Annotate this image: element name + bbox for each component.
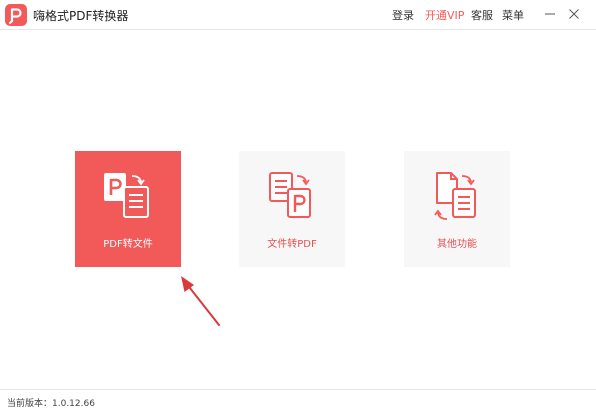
file-to-pdf-card[interactable]: 文件转PDF — [239, 151, 345, 267]
version-text: 当前版本：1.0.12.66 — [7, 399, 95, 409]
pdf-logo-icon — [5, 4, 27, 26]
title-bar: 嗨格式PDF转换器 登录 开通VIP 客服 菜单 — [0, 0, 596, 30]
other-functions-icon — [429, 169, 485, 225]
file-to-pdf-label: 文件转PDF — [267, 239, 317, 250]
other-functions-card[interactable]: 其他功能 — [404, 151, 510, 267]
login-link[interactable]: 登录 — [392, 7, 414, 23]
app-title: 嗨格式PDF转换器 — [33, 9, 129, 23]
pdf-to-file-icon — [100, 169, 156, 225]
minimize-icon — [545, 13, 555, 15]
close-icon — [569, 9, 579, 19]
other-functions-label: 其他功能 — [437, 239, 477, 250]
minimize-button[interactable] — [541, 5, 559, 23]
close-button[interactable] — [565, 5, 583, 23]
pdf-to-file-label: PDF转文件 — [103, 239, 153, 250]
menu-link[interactable]: 菜单 — [502, 7, 524, 23]
file-to-pdf-icon — [264, 169, 320, 225]
vip-link[interactable]: 开通VIP — [425, 7, 464, 23]
status-bar: 当前版本：1.0.12.66 — [0, 389, 596, 413]
customer-service-link[interactable]: 客服 — [471, 7, 493, 23]
pdf-to-file-card[interactable]: PDF转文件 — [75, 151, 181, 267]
